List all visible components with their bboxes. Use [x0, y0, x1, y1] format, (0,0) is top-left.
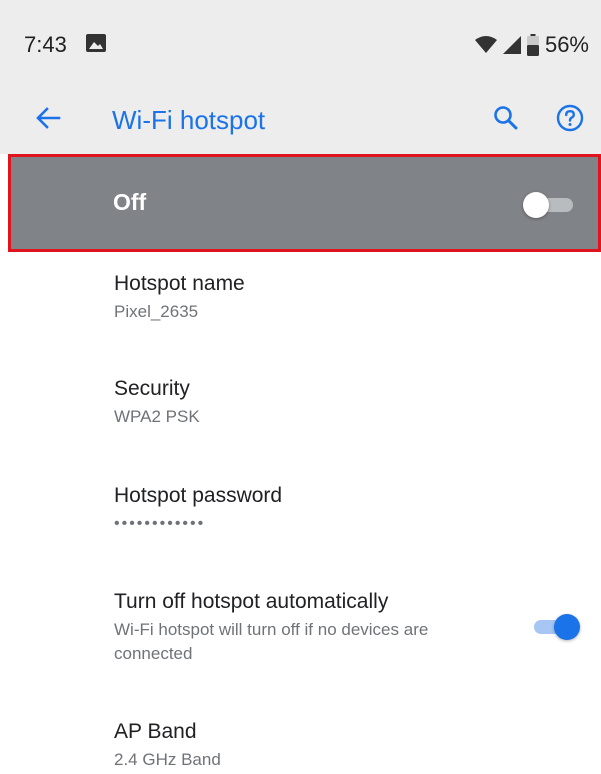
pref-title: Hotspot password	[114, 484, 283, 507]
pref-summary: ••••••••••••	[114, 515, 206, 532]
status-bar: 7:43 56%	[0, 0, 601, 84]
pref-title: Security	[114, 377, 190, 400]
pref-security[interactable]: Security WPA2 PSK	[114, 375, 584, 429]
pref-text: Turn off hotspot automatically Wi-Fi hot…	[114, 588, 474, 666]
pref-hotspot-password[interactable]: Hotspot password ••••••••••••	[114, 482, 584, 536]
arrow-back-icon	[34, 104, 62, 137]
pref-title: Hotspot name	[114, 272, 245, 295]
toggle-thumb	[554, 614, 580, 640]
battery-percent: 56%	[544, 32, 589, 57]
status-time: 7:43	[24, 32, 67, 57]
pref-hotspot-name[interactable]: Hotspot name Pixel_2635	[114, 270, 584, 324]
auto-off-toggle[interactable]	[534, 612, 584, 642]
pref-title: Turn off hotspot automatically	[114, 590, 389, 613]
wifi-icon	[474, 36, 497, 54]
help-button[interactable]	[552, 102, 588, 138]
pref-summary: 2.4 GHz Band	[114, 750, 221, 769]
help-icon	[556, 104, 584, 137]
pref-ap-band[interactable]: AP Band 2.4 GHz Band	[114, 718, 584, 772]
pref-summary: Pixel_2635	[114, 302, 199, 321]
hotspot-toggle[interactable]	[523, 192, 573, 218]
pref-summary: WPA2 PSK	[114, 407, 200, 426]
back-button[interactable]	[30, 102, 66, 138]
pref-title: AP Band	[114, 720, 197, 743]
pref-summary: Wi-Fi hotspot will turn off if no device…	[114, 620, 429, 663]
hotspot-master-switch[interactable]: Off	[8, 154, 601, 252]
battery-icon	[526, 34, 539, 56]
app-bar: Wi-Fi hotspot	[0, 84, 601, 154]
toggle-thumb	[523, 192, 549, 218]
status-icons: 56%	[474, 32, 589, 58]
master-switch-label: Off	[113, 189, 147, 215]
pref-turn-off-automatically[interactable]: Turn off hotspot automatically Wi-Fi hot…	[114, 588, 584, 666]
page-title: Wi-Fi hotspot	[112, 105, 266, 135]
search-icon	[493, 105, 519, 136]
search-button[interactable]	[488, 102, 524, 138]
cell-signal-icon	[502, 36, 521, 54]
image-icon	[86, 34, 106, 52]
